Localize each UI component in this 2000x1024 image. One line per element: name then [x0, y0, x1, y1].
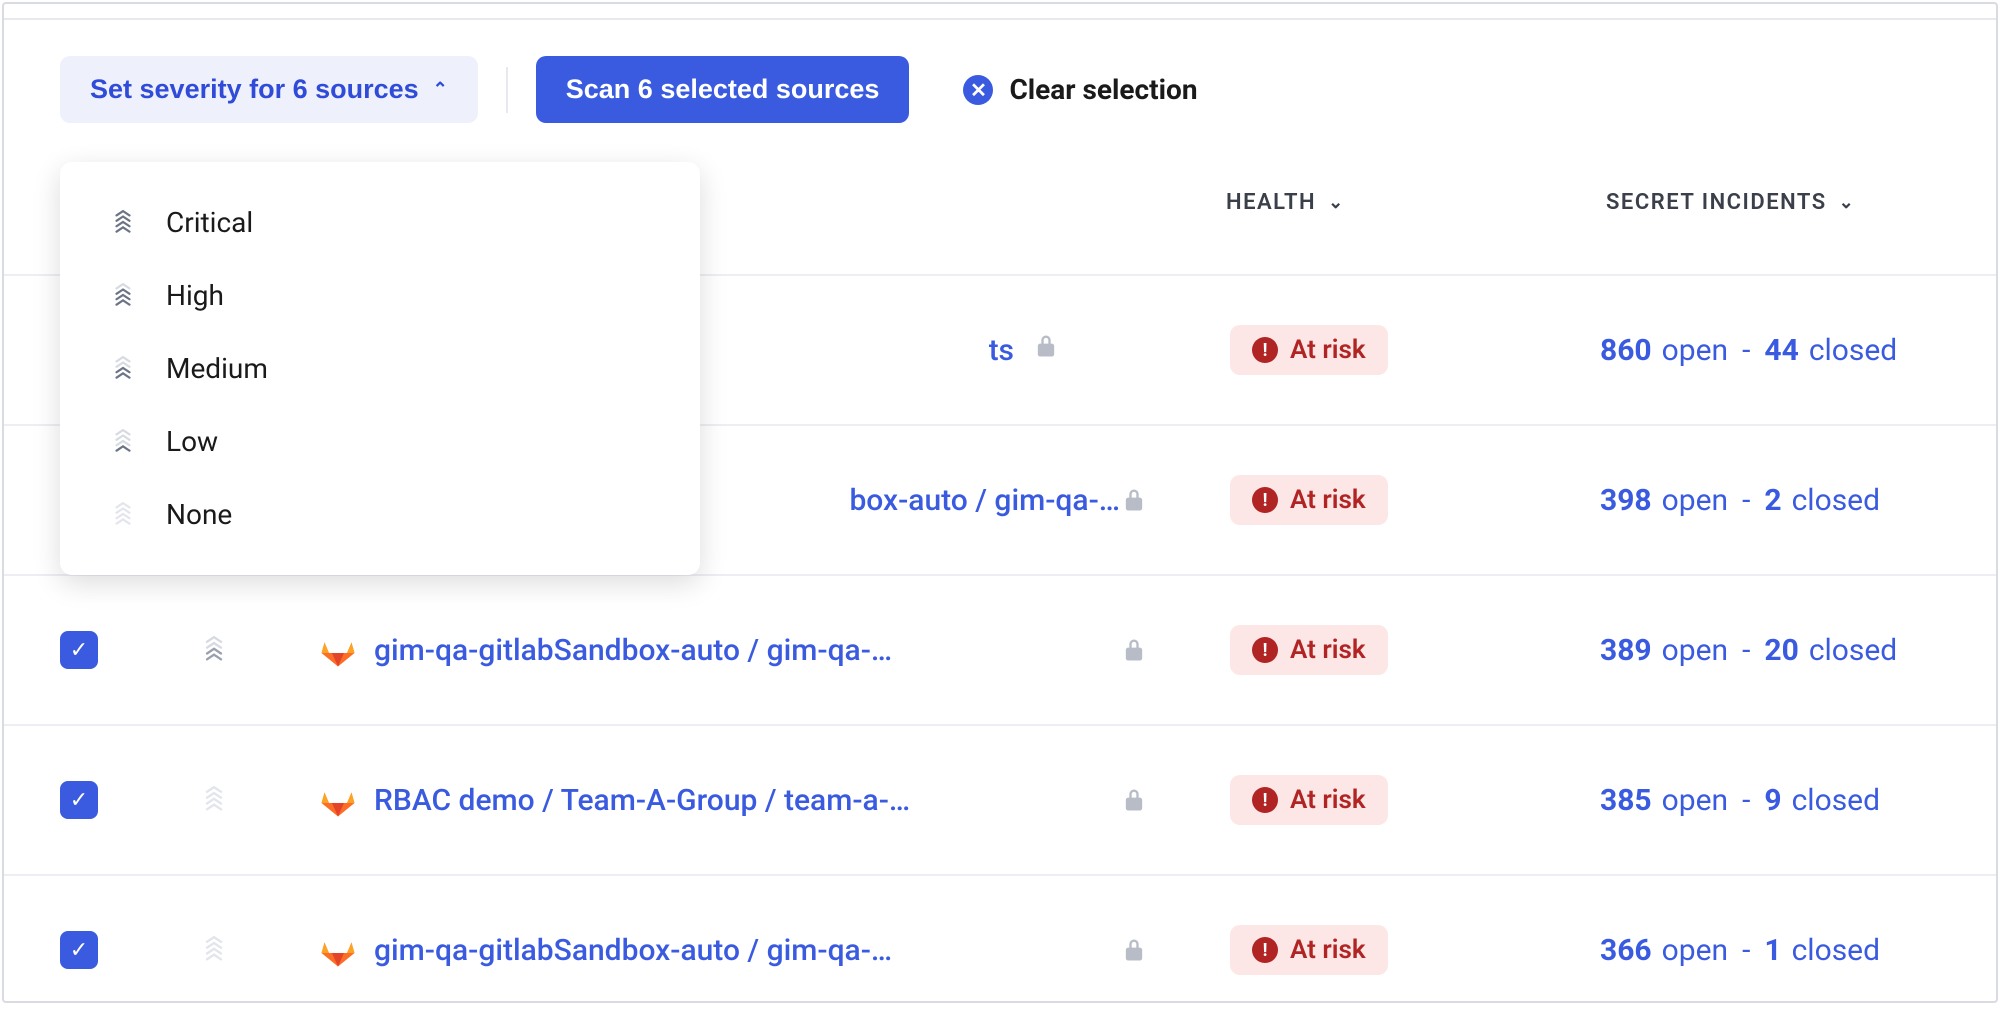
chevron-down-icon: ⌄ — [1839, 192, 1856, 213]
closed-label: closed — [1792, 483, 1880, 518]
closed-label: closed — [1792, 783, 1880, 818]
open-count: 389 — [1600, 633, 1652, 668]
closed-label: closed — [1809, 333, 1897, 368]
row-checkbox[interactable]: ✓ — [60, 631, 98, 669]
column-header-label: HEALTH — [1226, 190, 1316, 215]
table-row: ✓ RBAC demo / Team-A-Group / team-a-… ! … — [4, 724, 1996, 874]
closed-count: 9 — [1764, 783, 1781, 818]
source-name-text: gim-qa-gitlabSandbox-auto / gim-qa-… — [374, 933, 892, 968]
row-severity-indicator[interactable] — [200, 636, 320, 664]
health-badge-label: At risk — [1290, 785, 1366, 815]
severity-option-low[interactable]: Low — [60, 405, 700, 478]
closed-count: 2 — [1764, 483, 1781, 518]
health-badge-label: At risk — [1290, 635, 1366, 665]
closed-label: closed — [1809, 633, 1897, 668]
column-header-label: SECRET INCIDENTS — [1606, 190, 1827, 215]
alert-icon: ! — [1252, 787, 1278, 813]
chevron-up-icon: ⌃ — [433, 79, 448, 100]
source-name-link[interactable]: RBAC demo / Team-A-Group / team-a-… — [320, 782, 1120, 818]
chevron-down-icon: ⌄ — [1328, 192, 1345, 213]
open-count: 398 — [1600, 483, 1652, 518]
open-count: 385 — [1600, 783, 1652, 818]
alert-icon: ! — [1252, 487, 1278, 513]
open-label: open — [1662, 633, 1728, 668]
alert-icon: ! — [1252, 637, 1278, 663]
severity-option-label: Medium — [166, 352, 268, 385]
gitlab-icon — [320, 782, 356, 818]
health-badge-at-risk: ! At risk — [1230, 325, 1388, 375]
open-label: open — [1662, 333, 1728, 368]
table-row: ✓ gim-qa-gitlabSandbox-auto / gim-qa-… !… — [4, 874, 1996, 1024]
open-label: open — [1662, 483, 1728, 518]
severity-option-label: High — [166, 279, 224, 312]
severity-option-medium[interactable]: Medium — [60, 332, 700, 405]
closed-label: closed — [1792, 933, 1880, 968]
source-name-link[interactable]: gim-qa-gitlabSandbox-auto / gim-qa-… — [320, 932, 1120, 968]
health-badge-at-risk: ! At risk — [1230, 625, 1388, 675]
severity-option-label: Low — [166, 425, 218, 458]
toolbar-divider — [506, 67, 508, 113]
severity-icon — [108, 354, 138, 384]
lock-icon — [1120, 936, 1200, 964]
closed-count: 20 — [1764, 633, 1798, 668]
severity-option-label: Critical — [166, 206, 253, 239]
health-badge-at-risk: ! At risk — [1230, 475, 1388, 525]
lock-icon — [1120, 636, 1200, 664]
alert-icon: ! — [1252, 337, 1278, 363]
column-header-health[interactable]: HEALTH ⌄ — [1196, 190, 1576, 215]
open-count: 860 — [1600, 333, 1652, 368]
lock-icon — [1032, 332, 1060, 368]
severity-icon — [108, 500, 138, 530]
closed-count: 44 — [1764, 333, 1798, 368]
scan-selected-button[interactable]: Scan 6 selected sources — [536, 56, 910, 123]
column-header-secret-incidents[interactable]: SECRET INCIDENTS ⌄ — [1576, 190, 1996, 215]
set-severity-button[interactable]: Set severity for 6 sources ⌃ — [60, 56, 478, 123]
clear-selection-button[interactable]: ✕ Clear selection — [963, 73, 1197, 106]
alert-icon: ! — [1252, 937, 1278, 963]
table-row: ✓ gim-qa-gitlabSandbox-auto / gim-qa-… !… — [4, 574, 1996, 724]
health-badge-label: At risk — [1290, 935, 1366, 965]
closed-count: 1 — [1764, 933, 1781, 968]
incidents-summary[interactable]: 389 open - 20 closed — [1600, 633, 2000, 668]
severity-icon — [108, 281, 138, 311]
incidents-summary[interactable]: 385 open - 9 closed — [1600, 783, 2000, 818]
health-badge-label: At risk — [1290, 335, 1366, 365]
table-column-headers: HEALTH ⌄ SECRET INCIDENTS ⌄ — [1196, 190, 1996, 215]
severity-dropdown-menu: Critical High Medium Low None — [60, 162, 700, 575]
source-name-text: RBAC demo / Team-A-Group / team-a-… — [374, 783, 910, 818]
source-name-link[interactable]: gim-qa-gitlabSandbox-auto / gim-qa-… — [320, 632, 1120, 668]
set-severity-label: Set severity for 6 sources — [90, 74, 419, 105]
row-severity-indicator[interactable] — [200, 786, 320, 814]
source-name-text: gim-qa-gitlabSandbox-auto / gim-qa-… — [374, 633, 892, 668]
health-badge-label: At risk — [1290, 485, 1366, 515]
bulk-action-toolbar: Set severity for 6 sources ⌃ Scan 6 sele… — [4, 20, 1996, 149]
open-label: open — [1662, 933, 1728, 968]
source-name-text: ts — [989, 333, 1014, 368]
row-checkbox[interactable]: ✓ — [60, 781, 98, 819]
row-severity-indicator[interactable] — [200, 936, 320, 964]
severity-option-label: None — [166, 498, 232, 531]
close-circle-icon: ✕ — [963, 75, 993, 105]
health-badge-at-risk: ! At risk — [1230, 925, 1388, 975]
open-count: 366 — [1600, 933, 1652, 968]
open-label: open — [1662, 783, 1728, 818]
clear-selection-label: Clear selection — [1009, 73, 1197, 106]
gitlab-icon — [320, 632, 356, 668]
row-checkbox[interactable]: ✓ — [60, 931, 98, 969]
gitlab-icon — [320, 932, 356, 968]
severity-icon — [108, 208, 138, 238]
lock-icon — [1120, 486, 1200, 514]
incidents-summary[interactable]: 398 open - 2 closed — [1600, 483, 2000, 518]
source-name-text: box-auto / gim-qa-… — [849, 483, 1120, 518]
severity-option-none[interactable]: None — [60, 478, 700, 551]
incidents-summary[interactable]: 366 open - 1 closed — [1600, 933, 2000, 968]
incidents-summary[interactable]: 860 open - 44 closed — [1600, 333, 2000, 368]
scan-selected-label: Scan 6 selected sources — [566, 74, 880, 105]
lock-icon — [1120, 786, 1200, 814]
health-badge-at-risk: ! At risk — [1230, 775, 1388, 825]
severity-option-high[interactable]: High — [60, 259, 700, 332]
severity-option-critical[interactable]: Critical — [60, 186, 700, 259]
severity-icon — [108, 427, 138, 457]
